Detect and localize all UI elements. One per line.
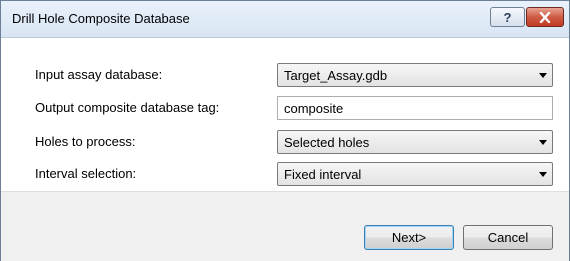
help-icon: ? [503, 9, 512, 25]
interval-selection-dropdown[interactable]: Fixed interval [277, 162, 553, 186]
holes-to-process-dropdown[interactable]: Selected holes [277, 130, 553, 154]
chevron-down-icon [539, 73, 547, 78]
input-assay-database-value: Target_Assay.gdb [284, 68, 388, 83]
holes-to-process-label: Holes to process: [35, 134, 136, 149]
close-icon [539, 11, 551, 23]
next-button[interactable]: Next> [364, 225, 454, 250]
interval-selection-value: Fixed interval [284, 167, 362, 182]
interval-selection-label: Interval selection: [35, 166, 137, 181]
chevron-down-icon [539, 172, 547, 177]
output-composite-tag-value: composite [284, 101, 344, 116]
cancel-button[interactable]: Cancel [463, 225, 553, 250]
button-bar: Next> Cancel [1, 191, 569, 261]
composite-database-dialog: Drill Hole Composite Database ? Input as… [0, 0, 570, 261]
window-title: Drill Hole Composite Database [12, 11, 190, 26]
close-button[interactable] [526, 7, 564, 27]
title-bar[interactable]: Drill Hole Composite Database ? [1, 1, 569, 38]
form-area: Input assay database: Target_Assay.gdb O… [1, 38, 569, 191]
output-composite-tag-input[interactable]: composite [277, 96, 553, 120]
holes-to-process-value: Selected holes [284, 135, 370, 150]
input-assay-database-dropdown[interactable]: Target_Assay.gdb [277, 63, 553, 87]
chevron-down-icon [539, 140, 547, 145]
output-composite-tag-label: Output composite database tag: [35, 100, 220, 115]
input-assay-database-label: Input assay database: [35, 67, 163, 82]
help-button[interactable]: ? [490, 7, 525, 27]
